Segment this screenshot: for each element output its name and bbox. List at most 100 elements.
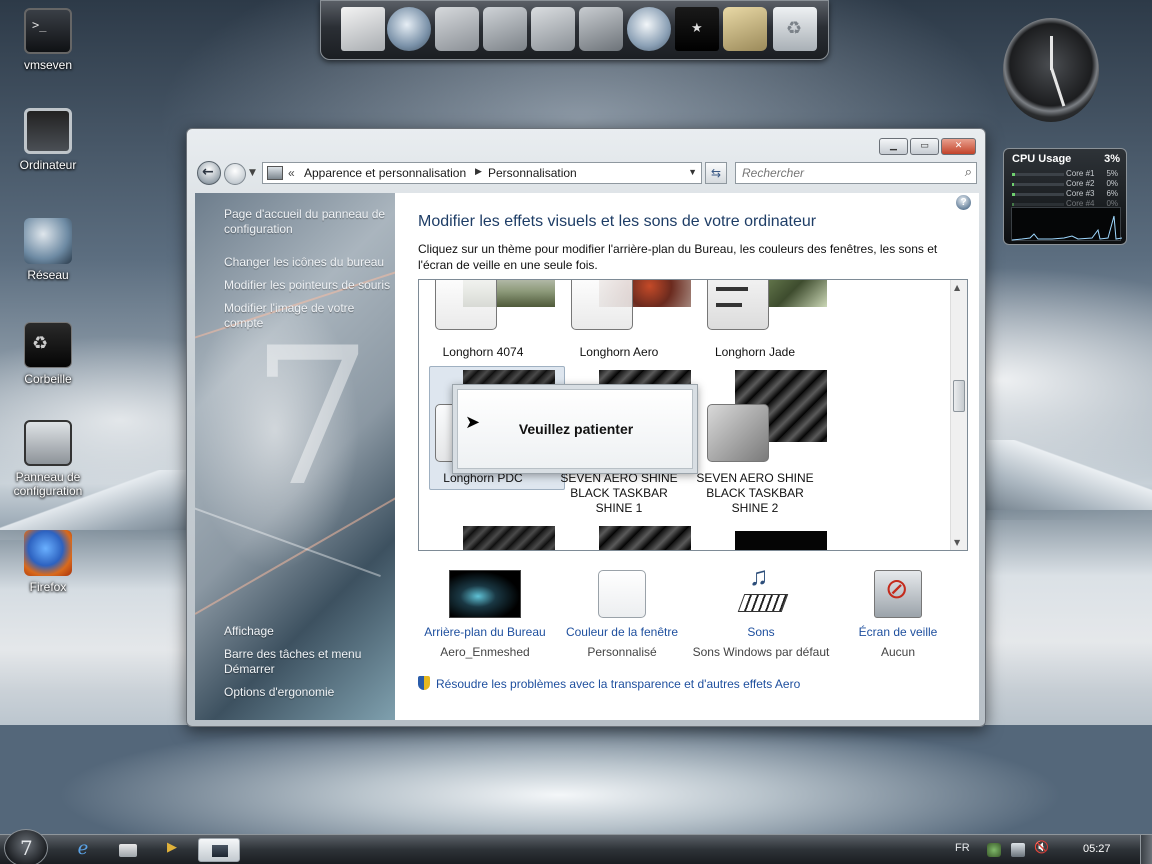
desktop-icon-label: Panneau de configuration bbox=[13, 470, 83, 498]
link-control-panel-home[interactable]: Page d'accueil du panneau de configurati… bbox=[224, 207, 394, 237]
link-change-mouse-pointers[interactable]: Modifier les pointeurs de souris bbox=[224, 278, 395, 293]
internet-explorer-icon[interactable]: ℯ bbox=[70, 838, 96, 862]
aero-troubleshoot-link[interactable]: Résoudre les problèmes avec la transpare… bbox=[418, 676, 800, 691]
console-icon bbox=[24, 8, 72, 54]
theme-item[interactable] bbox=[419, 526, 555, 550]
cpu-core-bar bbox=[1012, 193, 1064, 196]
cpu-history-graph bbox=[1011, 207, 1123, 241]
desktop-icon-label: Réseau bbox=[27, 268, 69, 282]
cpu-core-value: 6% bbox=[1106, 189, 1118, 198]
theme-item[interactable]: Longhorn Jade bbox=[691, 280, 827, 359]
theme-color-preview bbox=[435, 280, 497, 330]
volume-muted-icon[interactable] bbox=[1034, 840, 1049, 857]
scroll-down-icon[interactable]: ▼ bbox=[954, 538, 960, 547]
trash-icon[interactable] bbox=[773, 7, 817, 51]
clock-gadget[interactable] bbox=[1003, 18, 1099, 122]
media-player-icon[interactable] bbox=[162, 838, 186, 862]
desktop-icon-corbeille[interactable]: Corbeille bbox=[0, 322, 96, 386]
forward-button[interactable] bbox=[224, 163, 246, 185]
breadcrumb-separator-icon[interactable]: ▶ bbox=[475, 166, 482, 177]
start-button[interactable] bbox=[4, 829, 48, 864]
theme-color-preview bbox=[707, 280, 769, 330]
network-tray-icon[interactable] bbox=[1011, 843, 1025, 857]
breadcrumb-item[interactable]: Personnalisation bbox=[488, 166, 577, 180]
cpu-core-value: 5% bbox=[1106, 169, 1118, 178]
maximize-button[interactable]: ▭ bbox=[910, 138, 939, 155]
option-label[interactable]: Sons bbox=[677, 622, 845, 642]
minimize-button[interactable]: ▁ bbox=[879, 138, 908, 155]
explorer-folder-icon[interactable] bbox=[116, 838, 140, 862]
language-indicator[interactable]: FR bbox=[955, 842, 970, 854]
desktop-icon-vmseven[interactable]: vmseven bbox=[0, 8, 96, 72]
desktop-icon-panneau[interactable]: Panneau de configuration bbox=[0, 420, 96, 498]
link-change-desktop-icons[interactable]: Changer les icônes du bureau bbox=[224, 255, 394, 270]
folder-icon[interactable] bbox=[483, 7, 527, 51]
link-ease-of-access[interactable]: Options d'ergonomie bbox=[224, 685, 394, 700]
option-value: Personnalisé bbox=[587, 645, 657, 659]
theme-item[interactable]: SEVEN AERO SHINE BLACK TASKBAR SHINE 2 bbox=[691, 370, 827, 515]
theme-thumbnail bbox=[435, 526, 555, 550]
pictures-folder-icon[interactable] bbox=[531, 7, 575, 51]
documents-folder-icon[interactable] bbox=[435, 7, 479, 51]
tools-icon[interactable] bbox=[579, 7, 623, 51]
tray-app-icon[interactable] bbox=[987, 843, 1001, 857]
scroll-up-icon[interactable]: ▲ bbox=[954, 283, 960, 292]
theme-item[interactable] bbox=[555, 526, 691, 550]
theme-item[interactable]: Longhorn Aero bbox=[555, 280, 691, 359]
theme-list-scrollbar[interactable]: ▲ ▼ bbox=[950, 280, 967, 550]
desktop-icon-firefox[interactable]: Firefox bbox=[0, 530, 96, 594]
clock-time[interactable]: 05:27 bbox=[1083, 843, 1111, 855]
help-icon[interactable]: ? bbox=[956, 195, 971, 210]
theme-name: Longhorn 4074 bbox=[442, 345, 524, 359]
back-button[interactable] bbox=[197, 161, 221, 185]
history-dropdown-icon[interactable]: ▼ bbox=[249, 168, 256, 178]
option-label[interactable]: Arrière-plan du Bureau bbox=[415, 622, 555, 642]
cpu-core-row: Core #1 5% bbox=[1012, 169, 1122, 179]
breadcrumb-overflow-icon[interactable]: « bbox=[288, 166, 295, 180]
theme-item[interactable]: Longhorn 4074 bbox=[419, 280, 555, 359]
please-wait-message: Veuillez patienter bbox=[518, 421, 634, 437]
cpu-core-row: Core #3 6% bbox=[1012, 189, 1122, 199]
search-icon[interactable]: ⌕ bbox=[965, 164, 972, 180]
mouse-cursor-icon: ➤ bbox=[465, 412, 481, 433]
shirt-icon[interactable] bbox=[675, 7, 719, 51]
link-display[interactable]: Affichage bbox=[224, 624, 394, 639]
option-label[interactable]: Couleur de la fenêtre bbox=[552, 622, 692, 642]
window-color-swatch-icon bbox=[598, 570, 646, 618]
globe-icon[interactable] bbox=[627, 7, 671, 51]
aero-troubleshoot-label[interactable]: Résoudre les problèmes avec la transpare… bbox=[436, 677, 800, 691]
theme-item[interactable] bbox=[691, 531, 827, 550]
theme-thumbnail bbox=[571, 526, 691, 550]
search-input[interactable] bbox=[742, 165, 952, 181]
screen-saver-option[interactable]: Écran de veille Aucun bbox=[828, 570, 968, 662]
taskbar: ℯ FR 05:27 bbox=[0, 829, 1152, 864]
option-label[interactable]: Écran de veille bbox=[828, 622, 968, 642]
theme-wallpaper-preview bbox=[735, 531, 827, 550]
close-button[interactable]: ✕ bbox=[941, 138, 976, 155]
cpu-usage-gadget[interactable]: CPU Usage 3% Core #1 5% Core #2 0% Core … bbox=[1003, 148, 1127, 245]
sounds-option[interactable]: Sons Sons Windows par défaut bbox=[677, 566, 845, 662]
notepad-icon[interactable] bbox=[341, 7, 385, 51]
control-panel-taskbar-button[interactable] bbox=[198, 838, 240, 862]
desktop-icon-label: Ordinateur bbox=[19, 158, 77, 172]
desktop-icon-reseau[interactable]: Réseau bbox=[0, 218, 96, 282]
desktop-icon-label: vmseven bbox=[23, 58, 73, 72]
show-desktop-button[interactable] bbox=[1140, 835, 1152, 864]
desktop-background-option[interactable]: Arrière-plan du Bureau Aero_Enmeshed bbox=[415, 570, 555, 662]
breadcrumb-item[interactable]: Apparence et personnalisation bbox=[304, 166, 466, 180]
desktop-icon-ordinateur[interactable]: Ordinateur bbox=[0, 108, 96, 172]
search-box[interactable]: ⌕ bbox=[735, 162, 977, 184]
refresh-button[interactable]: ⇆ bbox=[705, 162, 727, 184]
link-taskbar-start-menu[interactable]: Barre des tâches et menu Démarrer bbox=[224, 647, 364, 677]
hammer-wrench-icon[interactable] bbox=[723, 7, 767, 51]
theme-thumbnail bbox=[571, 280, 691, 330]
wallpaper-mountains-right bbox=[985, 440, 1152, 520]
scrollbar-thumb[interactable] bbox=[953, 380, 965, 412]
address-dropdown-icon[interactable]: ▼ bbox=[688, 167, 697, 177]
address-bar[interactable]: « Apparence et personnalisation ▶ Person… bbox=[262, 162, 702, 184]
link-change-account-picture[interactable]: Modifier l'image de votre compte bbox=[224, 301, 374, 331]
theme-wallpaper-preview bbox=[463, 526, 555, 550]
window-color-option[interactable]: Couleur de la fenêtre Personnalisé bbox=[552, 570, 692, 662]
network-globe-icon[interactable] bbox=[387, 7, 431, 51]
recycle-bin-icon bbox=[24, 322, 72, 368]
